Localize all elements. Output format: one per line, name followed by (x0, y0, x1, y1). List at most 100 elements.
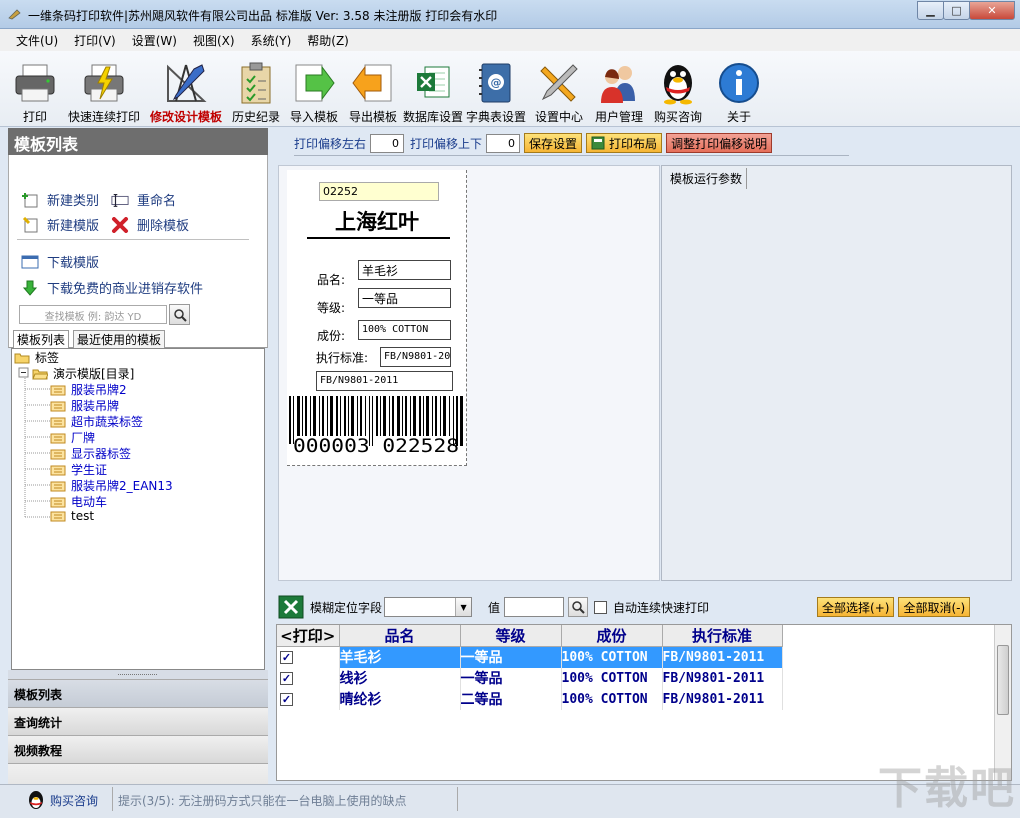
tree-node-template[interactable]: 服装吊牌2 (50, 381, 129, 398)
save-settings-button[interactable]: 保存设置 (524, 133, 583, 153)
offset-help-button[interactable]: 调整打印偏移说明 (666, 133, 773, 153)
cell-composition[interactable]: 100% COTTON (561, 646, 663, 668)
cell-standard[interactable]: FB/N9801-2011 (662, 646, 783, 668)
close-button[interactable]: ✕ (969, 1, 1015, 20)
menu-view[interactable]: 视图(X) (185, 29, 243, 51)
label-standard-value[interactable]: FB/N9801-20 (380, 347, 451, 367)
row-print-checkbox[interactable]: ✓ (280, 672, 293, 685)
tree-node-template[interactable]: 显示器标签 (50, 445, 133, 462)
tree-node-template[interactable]: 服装吊牌 (50, 397, 121, 414)
barcode-image[interactable]: 000003 022528 (289, 394, 467, 456)
template-params-header[interactable]: 模板运行参数 (666, 168, 748, 189)
label-name-value[interactable]: 羊毛衫 (358, 260, 451, 280)
download-template-link[interactable]: 下载模版 (21, 252, 99, 271)
tree-node-template[interactable]: 电动车 (50, 493, 109, 510)
label-grade-value[interactable]: 一等品 (358, 288, 451, 308)
offset-ud-input[interactable]: 0 (486, 133, 521, 153)
row-print-checkbox[interactable]: ✓ (280, 651, 293, 665)
cell-standard[interactable]: FB/N9801-2011 (662, 688, 783, 710)
column-header-print[interactable]: <打印> (277, 625, 340, 647)
menu-file[interactable]: 文件(U) (8, 29, 66, 51)
cell-name[interactable]: 线衫 (339, 667, 461, 689)
history-button[interactable]: 历史纪录 (228, 51, 284, 127)
qq-penguin-icon (664, 65, 692, 105)
import-template-button[interactable]: 导入模板 (284, 51, 344, 127)
green-download-arrow-icon (22, 280, 38, 296)
print-label: 打印 (22, 110, 47, 124)
label-composition-key: 成份: (317, 329, 346, 343)
edit-template-button[interactable]: 修改设计模板 (144, 51, 228, 127)
buy-consult-label: 购买咨询 (653, 110, 702, 124)
rename-button[interactable]: 重命名 (111, 190, 176, 209)
cell-grade[interactable]: 一等品 (460, 646, 562, 668)
menu-system[interactable]: 系统(Y) (243, 29, 300, 51)
fast-print-button[interactable]: 快速连续打印 (64, 51, 144, 127)
cell-grade[interactable]: 一等品 (460, 667, 562, 689)
tree-node-template[interactable]: 厂牌 (50, 429, 97, 446)
database-settings-button[interactable]: 数据库设置 (402, 51, 464, 127)
cell-name[interactable]: 晴纶衫 (339, 688, 461, 710)
settings-center-button[interactable]: 设置中心 (528, 51, 590, 127)
value-input[interactable] (504, 597, 565, 617)
column-header-composition[interactable]: 成份 (561, 625, 663, 647)
column-header-grade[interactable]: 等级 (460, 625, 562, 647)
cell-composition[interactable]: 100% COTTON (561, 688, 663, 710)
table-row[interactable]: ✓ 晴纶衫 二等品 100% COTTON FB/N9801-2011 (277, 688, 783, 710)
tree-node-demo-folder[interactable]: 演示模版[目录] (32, 365, 136, 382)
scrollbar-thumb[interactable] (997, 645, 1009, 715)
tab-template-list[interactable]: 模板列表 (13, 330, 70, 349)
user-management-button[interactable]: 用户管理 (590, 51, 648, 127)
table-row[interactable]: ✓ 羊毛衫 一等品 100% COTTON FB/N9801-2011 (277, 646, 783, 668)
address-book-icon: @ (479, 63, 511, 103)
locate-field-select[interactable]: ▼ (384, 597, 473, 617)
menu-help[interactable]: 帮助(Z) (299, 29, 357, 51)
tab-recent-templates[interactable]: 最近使用的模板 (73, 330, 166, 348)
offset-lr-input[interactable]: 0 (370, 133, 405, 153)
minimize-button[interactable]: ▁ (917, 1, 944, 20)
excel-icon[interactable] (278, 595, 304, 619)
about-button[interactable]: 关于 (708, 51, 770, 127)
tree-node-template[interactable]: test (50, 509, 96, 523)
new-template-button[interactable]: 新建模版 (21, 215, 99, 234)
status-buy-button[interactable]: 购买咨询 (26, 789, 98, 811)
row-print-checkbox[interactable]: ✓ (280, 693, 293, 706)
cell-standard[interactable]: FB/N9801-2011 (662, 667, 783, 689)
print-layout-button[interactable]: 打印布局 (586, 133, 663, 153)
print-button[interactable]: 打印 (6, 51, 64, 127)
cell-composition[interactable]: 100% COTTON (561, 667, 663, 689)
download-software-link[interactable]: 下载免费的商业进销存软件 (21, 278, 203, 297)
buy-consult-button[interactable]: 购买咨询 (648, 51, 708, 127)
tree-node-template[interactable]: 超市蔬菜标签 (50, 413, 145, 430)
accordion-video-tutorial[interactable]: 视频教程 (8, 735, 268, 763)
accordion-template-list[interactable]: 模板列表 (8, 679, 268, 707)
accordion-query-stats[interactable]: 查询统计 (8, 707, 268, 735)
value-label: 值 (488, 600, 501, 615)
auto-print-checkbox[interactable] (594, 600, 608, 614)
menu-print[interactable]: 打印(V) (66, 29, 124, 51)
column-header-name[interactable]: 品名 (339, 625, 461, 647)
label-title[interactable]: 上海红叶 (287, 206, 467, 236)
cell-name[interactable]: 羊毛衫 (339, 646, 461, 668)
label-standard-full[interactable]: FB/N9801-2011 (316, 371, 453, 391)
cell-grade[interactable]: 二等品 (460, 688, 562, 710)
deselect-all-button[interactable]: 全部取消(-) (898, 597, 971, 617)
maximize-button[interactable]: □ (943, 1, 970, 20)
panel-splitter[interactable] (8, 670, 268, 679)
tree-node-labels[interactable]: 标签 (14, 349, 61, 366)
tree-node-template[interactable]: 学生证 (50, 461, 109, 478)
delete-template-button[interactable]: 删除模板 (111, 215, 189, 234)
new-category-button[interactable]: 新建类别 (21, 190, 99, 209)
filter-search-button[interactable] (568, 597, 589, 617)
template-search-input[interactable]: 查找模板 例: 韵达 YD (19, 305, 167, 324)
column-header-standard[interactable]: 执行标准 (662, 625, 783, 647)
label-composition-value[interactable]: 100% COTTON (358, 320, 451, 340)
tree-node-template[interactable]: 服装吊牌2_EAN13 (50, 477, 175, 494)
select-all-button[interactable]: 全部选择(+) (817, 597, 895, 617)
dictionary-settings-button[interactable]: @ 字典表设置 (464, 51, 528, 127)
label-code-field[interactable]: 02252 (319, 182, 439, 201)
table-row[interactable]: ✓ 线衫 一等品 100% COTTON FB/N9801-2011 (277, 667, 783, 689)
template-search-button[interactable] (169, 304, 190, 325)
action-divider (17, 239, 249, 240)
export-template-button[interactable]: 导出模板 (344, 51, 402, 127)
menu-settings[interactable]: 设置(W) (124, 29, 185, 51)
